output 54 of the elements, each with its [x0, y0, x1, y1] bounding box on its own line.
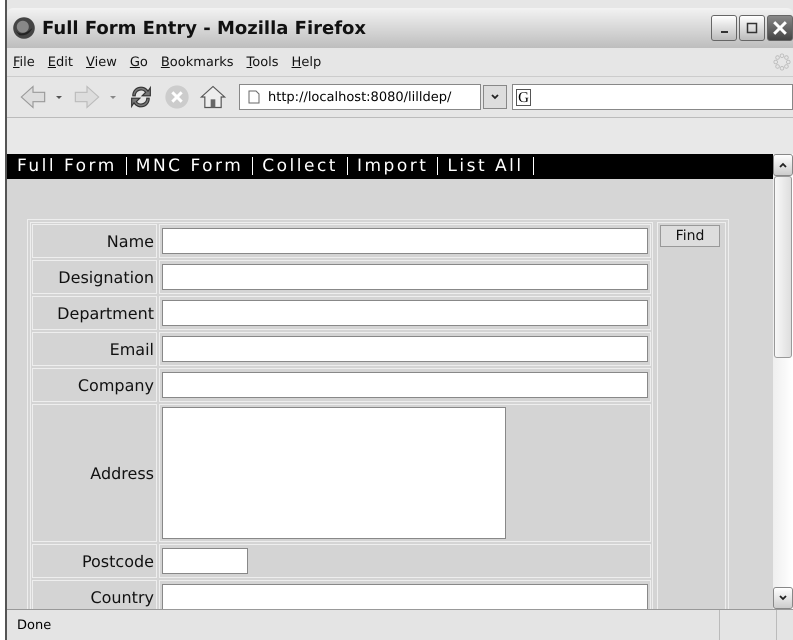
text-field[interactable]: [162, 300, 648, 326]
scrollbar[interactable]: [773, 154, 793, 609]
maximize-icon: [746, 22, 758, 34]
close-icon: [773, 21, 787, 35]
chevron-up-icon: [778, 160, 788, 170]
address-text-area[interactable]: [162, 407, 506, 539]
field-label: Name: [32, 224, 157, 258]
search-field[interactable]: G: [512, 84, 793, 110]
dropdown-caret-icon[interactable]: [55, 93, 63, 101]
text-field[interactable]: [162, 228, 648, 254]
minimize-button[interactable]: [711, 15, 737, 41]
menu-item[interactable]: Go: [124, 54, 155, 70]
menu-item[interactable]: Bookmarks: [154, 54, 241, 70]
field-label: Address: [32, 404, 157, 542]
minimize-icon: [720, 31, 728, 33]
nav-link[interactable]: Import: [348, 156, 438, 176]
nav-link[interactable]: MNC Form: [126, 156, 252, 176]
text-field[interactable]: [162, 264, 648, 290]
close-button[interactable]: [767, 15, 793, 41]
chevron-down-icon: [490, 92, 500, 102]
field-label: Company: [32, 368, 157, 402]
find-button[interactable]: Find: [660, 225, 720, 247]
home-icon[interactable]: [199, 83, 227, 111]
search-engine-icon[interactable]: G: [516, 88, 531, 106]
history-dropdown-button[interactable]: [483, 85, 507, 109]
menu-item[interactable]: File: [7, 54, 42, 70]
menu-item[interactable]: View: [80, 54, 124, 70]
window-title: Full Form Entry - Mozilla Firefox: [42, 18, 368, 38]
throbber-icon: [773, 53, 791, 71]
dropdown-caret-icon[interactable]: [109, 93, 117, 101]
nav-link[interactable]: Full Form: [17, 156, 126, 176]
menu-item[interactable]: Edit: [42, 54, 80, 70]
text-field[interactable]: [162, 336, 648, 362]
scroll-up-button[interactable]: [773, 154, 793, 176]
field-label: Department: [32, 296, 157, 330]
back-arrow-icon[interactable]: [19, 83, 47, 111]
menu-item[interactable]: Tools: [240, 54, 286, 70]
text-field[interactable]: [162, 584, 648, 609]
maximize-button[interactable]: [739, 15, 765, 41]
nav-link[interactable]: List All: [438, 156, 533, 176]
text-field[interactable]: [162, 372, 648, 398]
status-text: Done: [16, 618, 52, 632]
field-label: Email: [32, 332, 157, 366]
scroll-down-button[interactable]: [773, 587, 793, 609]
address-field[interactable]: http://localhost:8080/lilldep/: [239, 84, 481, 110]
nav-link[interactable]: Collect: [253, 156, 347, 176]
scroll-thumb[interactable]: [774, 176, 792, 358]
menu-item[interactable]: Help: [286, 54, 328, 70]
chevron-down-icon: [778, 593, 788, 603]
text-field[interactable]: [162, 548, 248, 574]
page-icon: [248, 90, 260, 104]
globe-icon: [12, 16, 36, 40]
field-label: Postcode: [32, 544, 157, 578]
field-label: Designation: [32, 260, 157, 294]
